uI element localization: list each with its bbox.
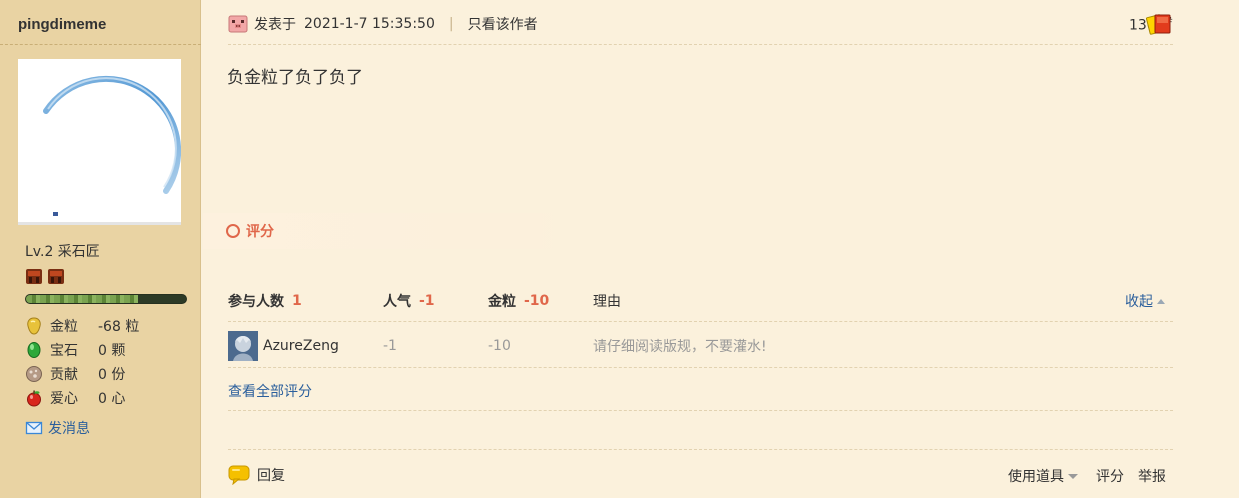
post-meta: 发表于 2021-1-7 15:35:50 | 只看该作者 — [228, 14, 538, 34]
contribution-icon — [26, 366, 42, 382]
pickaxe-badge-icon — [48, 269, 64, 284]
user-level: Lv.2 采石匠 — [25, 244, 100, 260]
rater-username[interactable]: AzureZeng — [263, 338, 339, 354]
collapse-label: 收起 — [1125, 294, 1153, 310]
post-actions: 使用道具 评分 举报 — [1008, 466, 1166, 486]
view-author-only-link[interactable]: 只看该作者 — [468, 14, 538, 34]
gold-total: -10 — [524, 293, 550, 309]
rating-circle-icon — [226, 224, 240, 238]
posted-prefix: 发表于 — [254, 17, 296, 33]
stat-value: 0 份 — [98, 367, 126, 383]
pig-face-icon — [228, 15, 248, 33]
divider — [228, 410, 1173, 411]
green-gem-icon — [27, 342, 41, 358]
popularity-total: -1 — [419, 293, 435, 309]
xp-progress-bar — [25, 294, 187, 304]
user-stats: 金粒 -68 粒 宝石 0 颗 贡献 0 份 爱心 0 心 — [25, 314, 139, 410]
stat-gem: 宝石 0 颗 — [25, 338, 139, 362]
caret-down-icon — [1068, 473, 1078, 479]
send-message-label: 发消息 — [48, 421, 90, 437]
envelope-icon — [25, 421, 43, 435]
rater-cell: AzureZeng — [228, 331, 383, 361]
gold-header: 金粒 -10 — [488, 291, 593, 311]
participants-count: 1 — [292, 293, 302, 309]
stat-label: 爱心 — [50, 391, 78, 407]
pickaxe-badge-icon — [26, 269, 42, 284]
collapse-button[interactable]: 收起 — [1125, 291, 1165, 311]
avatar-arc-image — [43, 75, 181, 216]
divider — [0, 44, 201, 45]
divider — [228, 449, 1173, 450]
reply-label: 回复 — [257, 468, 285, 484]
stat-value: 0 颗 — [98, 343, 126, 359]
post-content: 负金粒了负了负了 — [227, 68, 363, 88]
divider — [228, 367, 1173, 368]
bookmark-cards-icon[interactable] — [1146, 12, 1174, 36]
caret-up-icon — [1157, 298, 1165, 304]
report-button[interactable]: 举报 — [1138, 466, 1166, 486]
rater-reason: 请仔细阅读版规，不要灌水! — [593, 339, 767, 355]
rating-entry-row: AzureZeng -1 -10 请仔细阅读版规，不要灌水! — [228, 330, 1173, 362]
avatar[interactable] — [18, 59, 181, 225]
user-sidebar: pingdimeme Lv.2 采石匠 金粒 -68 粒 宝石 0 颗 贡献 0… — [0, 0, 201, 498]
username[interactable]: pingdimeme — [18, 16, 106, 33]
popularity-header: 人气 -1 — [383, 291, 488, 311]
speech-bubble-icon — [228, 465, 250, 485]
divider — [228, 321, 1173, 322]
rating-table-header: 参与人数 1 人气 -1 金粒 -10 理由 收起 — [228, 288, 1173, 314]
rater-gold: -10 — [488, 338, 511, 354]
stat-love: 爱心 0 心 — [25, 386, 139, 410]
popularity-label: 人气 — [383, 294, 411, 310]
stat-label: 贡献 — [50, 367, 78, 383]
participants-header: 参与人数 1 — [228, 291, 383, 311]
stat-value: -68 粒 — [98, 319, 140, 335]
stat-gold: 金粒 -68 粒 — [25, 314, 139, 338]
posted-time: 2021-1-7 15:35:50 — [304, 16, 435, 32]
reason-header: 理由 — [593, 294, 621, 310]
reply-button[interactable]: 回复 — [228, 465, 285, 485]
rating-title: 评分 — [246, 224, 274, 240]
view-all-ratings-link[interactable]: 查看全部评分 — [228, 381, 312, 401]
stat-value: 0 心 — [98, 391, 126, 407]
rating-section-tab[interactable]: 评分 — [203, 213, 568, 249]
rate-button[interactable]: 评分 — [1096, 466, 1124, 486]
send-message-link[interactable]: 发消息 — [25, 418, 90, 438]
separator: | — [448, 16, 454, 32]
gold-coin-icon — [27, 317, 41, 335]
medal-badges — [25, 267, 65, 285]
xp-progress-fill — [26, 295, 138, 303]
stat-contribution: 贡献 0 份 — [25, 362, 139, 386]
gold-label: 金粒 — [488, 294, 516, 310]
rater-avatar[interactable] — [228, 331, 258, 361]
divider — [228, 44, 1173, 45]
stat-label: 金粒 — [50, 319, 78, 335]
stat-label: 宝石 — [50, 343, 78, 359]
participants-label: 参与人数 — [228, 294, 284, 310]
apple-heart-icon — [27, 390, 41, 407]
rater-popularity: -1 — [383, 338, 397, 354]
use-tools-dropdown[interactable]: 使用道具 — [1008, 466, 1078, 486]
use-tools-label: 使用道具 — [1008, 469, 1064, 485]
